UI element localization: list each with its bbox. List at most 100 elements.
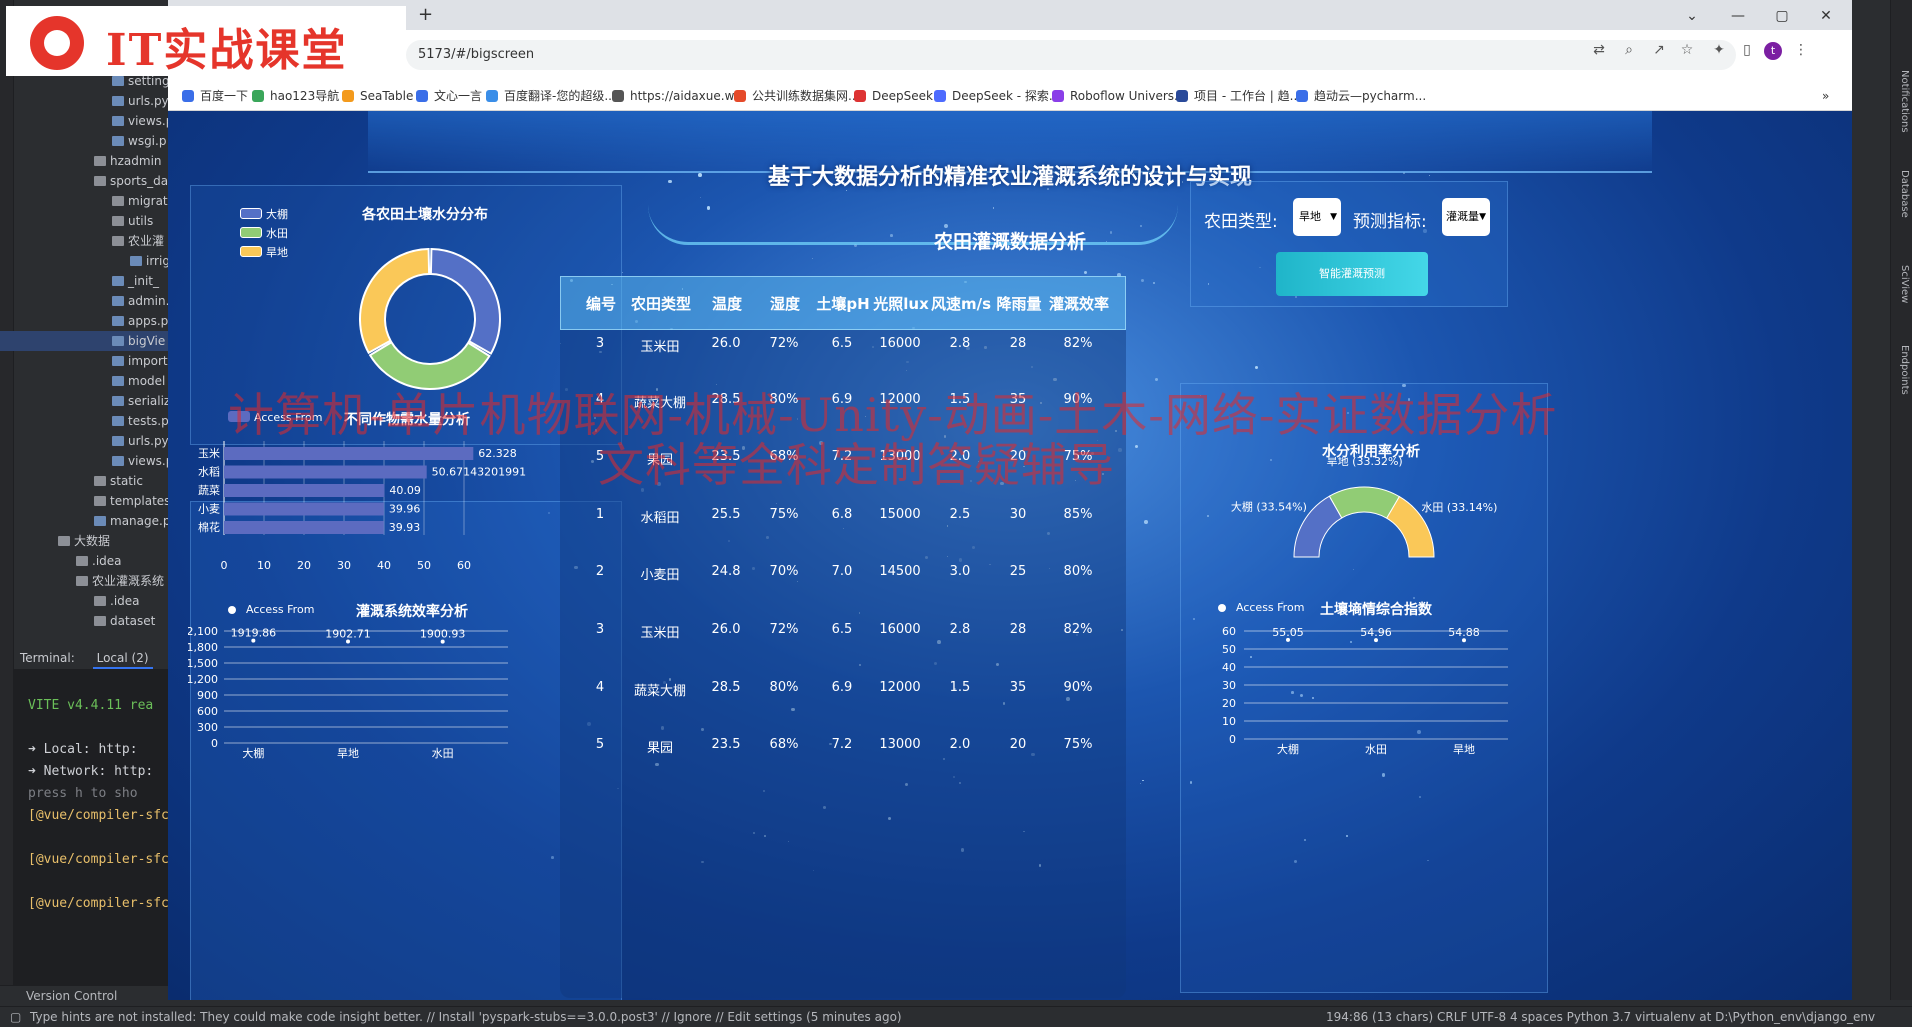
data-label: 62.328 — [478, 447, 517, 460]
more-bookmarks-icon[interactable]: » — [1822, 88, 1829, 104]
tree-item[interactable]: wsgi.p — [0, 131, 168, 151]
donut-slice[interactable] — [359, 247, 431, 355]
smart-irrigation-predict-button[interactable]: 智能灌溉预测 — [1276, 252, 1428, 296]
bar[interactable] — [224, 521, 384, 534]
category-label: 水稻 — [198, 466, 220, 479]
farm-type-select[interactable]: 旱地 ▼ — [1293, 198, 1341, 236]
bar[interactable] — [224, 502, 384, 516]
donut-slice[interactable] — [429, 247, 501, 355]
tree-item[interactable]: 大数据 — [0, 531, 168, 551]
address-field[interactable]: 5173/#/bigscreen — [406, 40, 1736, 70]
y-tick-label: 60 — [1222, 625, 1236, 638]
bookmark-item[interactable]: 项目 - 工作台 | 趋... — [1176, 88, 1301, 104]
tree-item[interactable]: .idea — [0, 591, 168, 611]
bookmark-item[interactable]: hao123导航 — [252, 88, 339, 104]
tree-item[interactable]: dataset — [0, 611, 168, 631]
python-file-icon — [112, 456, 124, 466]
bookmark-item[interactable]: https://aidaxue.w... — [612, 88, 745, 104]
tree-item[interactable]: _init_ — [0, 271, 168, 291]
tree-item[interactable]: import — [0, 351, 168, 371]
tree-item[interactable]: views.p — [0, 451, 168, 471]
tree-item[interactable]: hzadmin — [0, 151, 168, 171]
gauge-slice[interactable] — [1328, 486, 1401, 519]
folder-icon — [76, 576, 88, 586]
tree-item[interactable]: apps.p — [0, 311, 168, 331]
minimize-icon[interactable]: — — [1728, 6, 1748, 26]
terminal-panel[interactable]: VITE v4.4.11 rea ➜ Local: http: ➜ Network:… — [14, 646, 177, 996]
bookmark-star-icon[interactable]: ☆ — [1678, 41, 1696, 59]
soil-index-chart: 60 50 40 30 20 10 0 55.05 大棚 54.96 水田 54.88 旱地 — [1222, 625, 1508, 756]
bookmark-item[interactable]: Roboflow Univers... — [1052, 88, 1185, 104]
extensions-icon[interactable]: ✦ — [1710, 41, 1728, 59]
share-icon[interactable]: ↗ — [1650, 41, 1668, 59]
table-row[interactable]: 1 水稻田 25.5 75% 6.8 15000 2.5 30 85% — [560, 507, 1126, 529]
tree-item[interactable]: bigVie — [0, 331, 168, 351]
tree-item[interactable]: tests.p — [0, 411, 168, 431]
tree-item[interactable]: manage.p — [0, 511, 168, 531]
maximize-icon[interactable]: ▢ — [1772, 6, 1792, 26]
version-control-label[interactable]: Version Control — [26, 989, 117, 1003]
notifications-tool[interactable]: Notifications — [1892, 70, 1910, 133]
table-row[interactable]: 5 果园 23.5 68% 7.2 13000 2.0 20 75% — [560, 737, 1126, 759]
terminal-tab-local[interactable]: Local (2) — [92, 649, 153, 669]
bookmark-item[interactable]: DeepSeek — [854, 88, 933, 104]
tree-item[interactable]: urls.py — [0, 431, 168, 451]
bookmark-label: https://aidaxue.w... — [630, 89, 745, 103]
bookmark-item[interactable]: 公共训练数据集网... — [734, 88, 859, 104]
bookmark-item[interactable]: 百度翻译-您的超级... — [486, 88, 616, 104]
url-text[interactable]: 5173/#/bigscreen — [418, 47, 534, 62]
tree-item[interactable]: .idea — [0, 551, 168, 571]
bar[interactable] — [224, 465, 427, 479]
python-file-icon — [112, 296, 124, 306]
close-icon[interactable]: ✕ — [1816, 6, 1836, 26]
tree-item[interactable]: templates — [0, 491, 168, 511]
tree-item[interactable]: model — [0, 371, 168, 391]
y-tick-label: 20 — [1222, 697, 1236, 710]
translate-icon[interactable]: ⇄ — [1590, 41, 1608, 59]
bookmark-item[interactable]: DeepSeek - 探索... — [934, 88, 1060, 104]
bookmark-item[interactable]: 文心一言 — [416, 88, 482, 104]
tree-item[interactable]: sports_da — [0, 171, 168, 191]
tree-item[interactable]: 农业灌溉系统 — [0, 571, 168, 591]
status-info[interactable]: 194:86 (13 chars) CRLF UTF-8 4 spaces Py… — [1326, 1007, 1875, 1027]
database-tool[interactable]: Database — [1892, 170, 1910, 218]
version-control-bar[interactable]: Version Control — [0, 985, 168, 1006]
profile-avatar[interactable]: t — [1764, 42, 1782, 60]
table-row[interactable]: 2 小麦田 24.8 70% 7.0 14500 3.0 25 80% — [560, 564, 1126, 586]
tree-item-label: urls.py — [128, 94, 168, 108]
category-label: 蔬菜 — [198, 484, 220, 497]
tree-item[interactable]: 农业灌 — [0, 231, 168, 251]
tree-item[interactable]: serializ — [0, 391, 168, 411]
tree-item[interactable]: urls.py — [0, 91, 168, 111]
tree-item[interactable]: admin. — [0, 291, 168, 311]
bar[interactable] — [224, 447, 474, 460]
table-row[interactable]: 3 玉米田 26.0 72% 6.5 16000 2.8 28 82% — [560, 336, 1126, 358]
tree-item[interactable]: views.p — [0, 111, 168, 131]
table-row[interactable]: 3 玉米田 26.0 72% 6.5 16000 2.8 28 82% — [560, 622, 1126, 644]
bookmark-favicon-icon — [416, 90, 428, 102]
tree-item[interactable]: utils — [0, 211, 168, 231]
side-panel-icon[interactable]: ▯ — [1738, 41, 1756, 59]
metric-select[interactable]: 灌溉量 ▼ — [1442, 198, 1490, 236]
legend-item[interactable]: Access From — [228, 603, 314, 616]
menu-icon[interactable]: ⋮ — [1792, 41, 1810, 59]
chevron-down-icon: ▼ — [1330, 212, 1337, 222]
zoom-icon[interactable]: ⌕ — [1620, 41, 1638, 59]
new-tab-button[interactable]: + — [418, 6, 436, 24]
bookmark-item[interactable]: 趋动云—pycharm... — [1296, 88, 1426, 104]
right-tool-panel: Notifications Database SciView Endpoints — [1852, 0, 1912, 1000]
bar[interactable] — [224, 484, 385, 497]
bookmark-item[interactable]: 百度一下 — [182, 88, 248, 104]
tab-list-icon[interactable]: ⌄ — [1682, 6, 1702, 26]
legend-item[interactable]: Access From — [1218, 601, 1304, 614]
table-row[interactable]: 4 蔬菜大棚 28.5 80% 6.9 12000 1.5 35 90% — [560, 680, 1126, 702]
legend-item[interactable]: 大棚 — [240, 206, 288, 222]
bookmark-item[interactable]: SeaTable — [342, 88, 413, 104]
slice-label: 大棚 (33.54%) — [1231, 500, 1307, 514]
status-message[interactable]: Type hints are not installed: They could… — [30, 1007, 902, 1027]
tree-item[interactable]: irrig — [0, 251, 168, 271]
tree-item[interactable]: static — [0, 471, 168, 491]
tree-item[interactable]: migrat — [0, 191, 168, 211]
endpoints-tool[interactable]: Endpoints — [1892, 345, 1910, 395]
sciview-tool[interactable]: SciView — [1892, 265, 1910, 303]
